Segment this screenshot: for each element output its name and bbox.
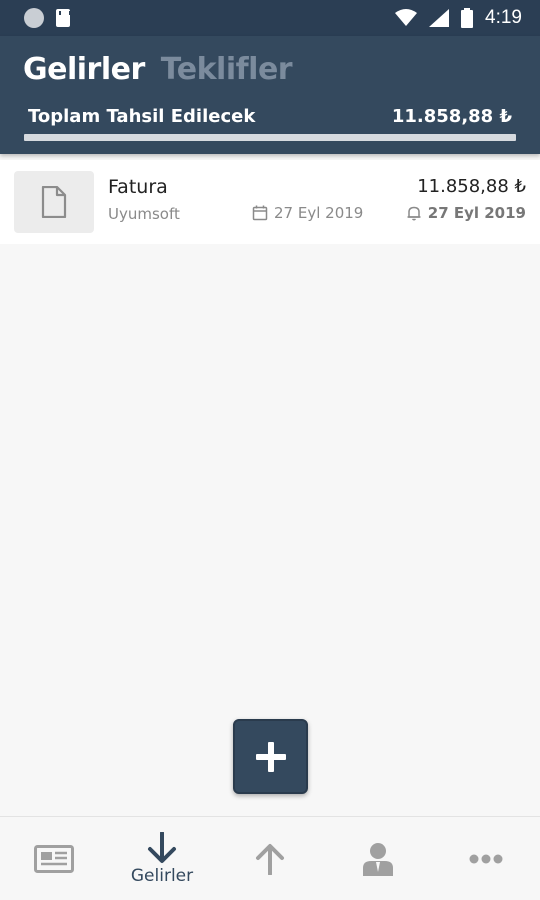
summary-label: Toplam Tahsil Edilecek	[28, 106, 256, 127]
tab-teklifler[interactable]: Teklifler	[161, 52, 293, 87]
arrow-up-icon	[256, 843, 284, 875]
tab-gelirler[interactable]: Gelirler	[23, 52, 145, 87]
battery-icon	[461, 8, 474, 28]
calendar-icon	[252, 205, 268, 221]
newspaper-icon	[34, 844, 74, 873]
app-header: Gelirler Teklifler Toplam Tahsil Edilece…	[0, 36, 540, 154]
status-bar: 4:19	[0, 0, 540, 36]
more-icon	[469, 854, 503, 863]
bell-icon	[407, 206, 421, 221]
arrow-down-icon	[148, 831, 176, 863]
list-item[interactable]: Fatura Uyumsoft 27 Eyl 2019 11.858,88 ₺ …	[0, 160, 540, 244]
notification-dot-icon	[24, 8, 44, 28]
item-title: Fatura	[108, 176, 168, 198]
item-due-date-text: 27 Eyl 2019	[427, 204, 526, 222]
nav-item-gelirler[interactable]: Gelirler	[108, 817, 216, 900]
tab-bar: Gelirler Teklifler	[23, 52, 293, 87]
document-icon	[41, 186, 67, 218]
nav-item-news[interactable]	[0, 817, 108, 900]
nav-label-gelirler: Gelirler	[130, 865, 194, 886]
nav-item-more[interactable]	[432, 817, 540, 900]
wifi-icon	[395, 9, 418, 26]
item-due-date: 27 Eyl 2019	[406, 204, 526, 222]
total-summary: Toplam Tahsil Edilecek 11.858,88 ₺	[28, 106, 512, 127]
add-button[interactable]	[233, 719, 308, 794]
income-list: Fatura Uyumsoft 27 Eyl 2019 11.858,88 ₺ …	[0, 160, 540, 244]
item-thumbnail	[14, 171, 94, 233]
item-date: 27 Eyl 2019	[252, 204, 363, 222]
signal-icon	[429, 9, 450, 27]
nav-item-contacts[interactable]	[324, 817, 432, 900]
nav-item-giderler[interactable]	[216, 817, 324, 900]
status-time: 4:19	[485, 7, 522, 28]
person-icon	[363, 842, 393, 876]
item-date-text: 27 Eyl 2019	[274, 204, 364, 222]
collection-progress-bar	[24, 134, 516, 141]
sd-card-icon	[56, 9, 71, 27]
item-amount: 11.858,88 ₺	[417, 176, 526, 197]
plus-icon	[255, 741, 286, 772]
bottom-navigation: Gelirler	[0, 816, 540, 900]
item-customer: Uyumsoft	[108, 205, 180, 223]
summary-amount: 11.858,88 ₺	[391, 106, 512, 127]
